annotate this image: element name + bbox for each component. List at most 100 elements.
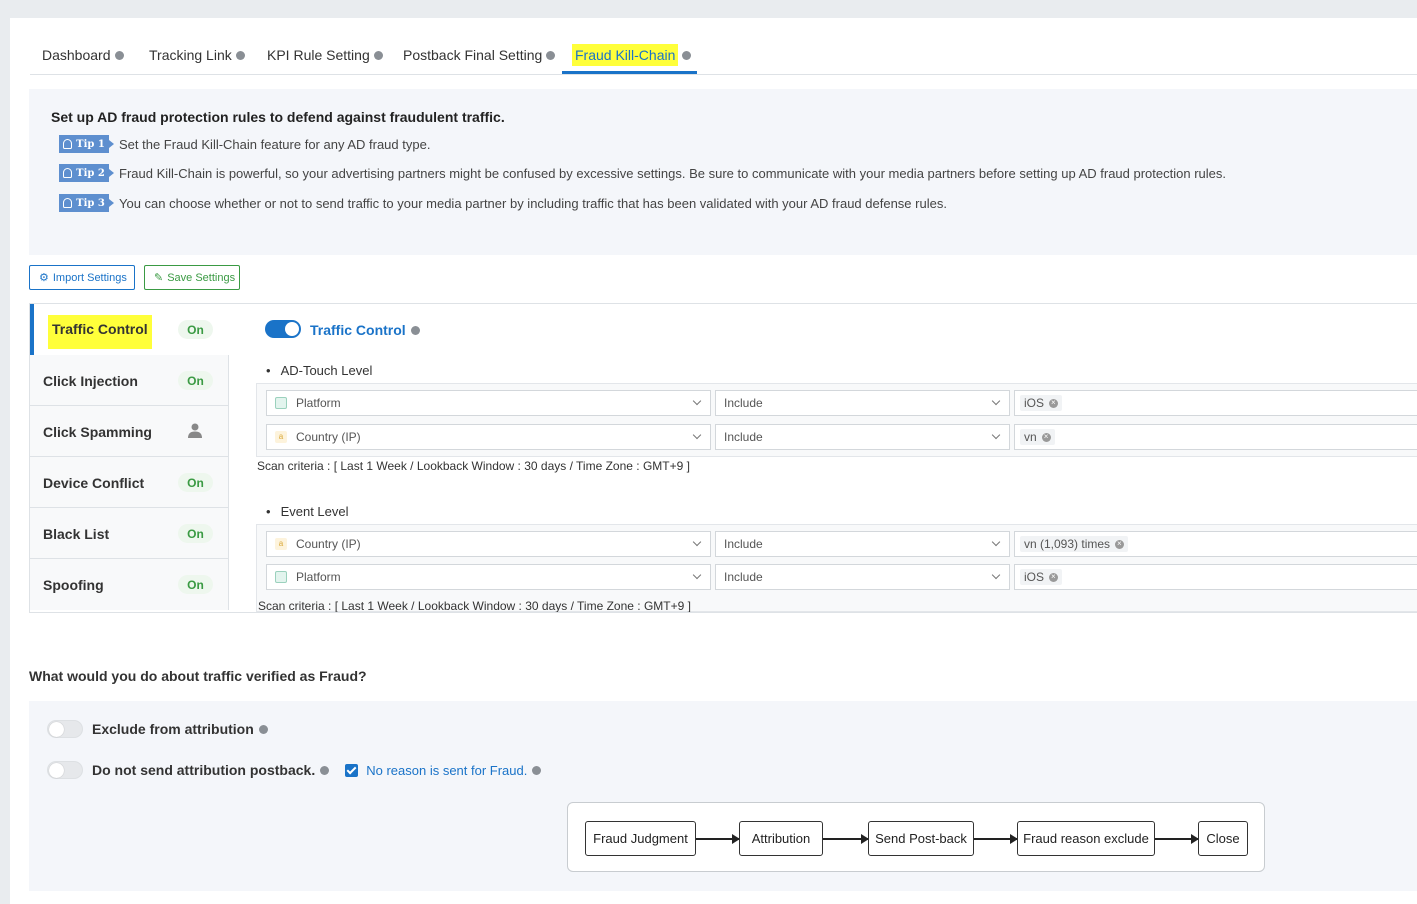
sidebar-item-black-list[interactable]: Black List On xyxy=(30,508,229,559)
event-level-label: Event Level xyxy=(266,504,349,519)
value-tag: vn xyxy=(1020,429,1055,445)
status-badge: On xyxy=(178,371,213,390)
chevron-down-icon xyxy=(692,396,702,406)
tip-row: Tip 3 You can choose whether or not to s… xyxy=(59,193,947,213)
tab-fraud-kill-chain[interactable]: Fraud Kill-Chain xyxy=(572,44,692,66)
rule-editor: Traffic Control On Click Injection On Cl… xyxy=(29,303,1417,613)
active-tab-underline xyxy=(562,71,697,74)
flow-arrow xyxy=(696,834,740,844)
list-icon xyxy=(275,397,287,409)
exclude-attribution-toggle[interactable] xyxy=(47,720,83,738)
status-badge: On xyxy=(178,524,213,543)
sidebar-item-spoofing[interactable]: Spoofing On xyxy=(30,559,229,610)
value-tag: vn (1,093) times xyxy=(1020,536,1129,552)
remove-tag-icon[interactable] xyxy=(1041,431,1051,443)
rule-title: Traffic Control xyxy=(310,322,420,338)
import-settings-button[interactable]: ⚙ Import Settings xyxy=(29,265,135,290)
value-input[interactable]: vn xyxy=(1014,424,1417,450)
text-icon: a xyxy=(275,538,287,550)
chevron-down-icon xyxy=(991,570,1001,580)
value-input[interactable]: iOS xyxy=(1014,390,1417,416)
lightbulb-icon xyxy=(63,139,73,149)
flow-step-fraud-judgment: Fraud Judgment xyxy=(585,821,696,856)
sidebar-item-click-spamming[interactable]: Click Spamming xyxy=(30,406,229,457)
tab-bar: Dashboard Tracking Link KPI Rule Setting… xyxy=(30,18,1417,75)
main-card: Dashboard Tracking Link KPI Rule Setting… xyxy=(10,18,1417,904)
flow-step-send-postback: Send Post-back xyxy=(868,821,974,856)
no-reason-checkbox[interactable] xyxy=(345,763,359,777)
tip-text: Set the Fraud Kill-Chain feature for any… xyxy=(119,136,431,152)
value-tag: iOS xyxy=(1020,395,1063,411)
remove-tag-icon[interactable] xyxy=(1049,571,1059,583)
tab-dashboard[interactable]: Dashboard xyxy=(42,47,124,63)
exclude-from-attribution-row: Exclude from attribution xyxy=(47,720,268,738)
operator-select[interactable]: Include xyxy=(715,531,1010,557)
scan-criteria: Scan criteria : [ Last 1 Week / Lookback… xyxy=(258,599,691,612)
text-icon: a xyxy=(275,431,287,443)
tip-badge: Tip 1 xyxy=(59,135,114,153)
ad-touch-conditions: Platform Include iOS aCountry (IP) Inclu… xyxy=(256,383,1417,457)
save-settings-button[interactable]: ✎ Save Settings xyxy=(144,265,240,290)
info-icon xyxy=(258,724,268,734)
tip-text: Fraud Kill-Chain is powerful, so your ad… xyxy=(119,165,1226,181)
dimension-select[interactable]: Platform xyxy=(266,390,711,416)
event-conditions: aCountry (IP) Include vn (1,093) times P… xyxy=(256,524,1417,612)
gear-icon: ⚙ xyxy=(39,272,49,284)
tip-row: Tip 2 Fraud Kill-Chain is powerful, so y… xyxy=(59,163,1226,183)
fraud-actions-panel: Exclude from attribution Do not send att… xyxy=(29,701,1417,891)
no-postback-toggle[interactable] xyxy=(47,761,83,779)
chevron-down-icon xyxy=(692,570,702,580)
list-icon xyxy=(275,571,287,583)
sidebar-item-click-injection[interactable]: Click Injection On xyxy=(30,355,229,406)
flow-arrow xyxy=(974,834,1018,844)
tab-kpi-rule-setting[interactable]: KPI Rule Setting xyxy=(267,47,383,63)
remove-tag-icon[interactable] xyxy=(1115,538,1125,550)
status-badge: On xyxy=(178,473,213,492)
info-icon xyxy=(320,765,330,775)
rule-content: Traffic Control AD-Touch Level Platform … xyxy=(256,304,1417,612)
no-reason-label: No reason is sent for Fraud. xyxy=(366,762,528,778)
value-input[interactable]: vn (1,093) times xyxy=(1014,531,1417,557)
pencil-icon: ✎ xyxy=(154,272,164,284)
flow-step-fraud-reason-exclude: Fraud reason exclude xyxy=(1017,821,1155,856)
dimension-select[interactable]: Platform xyxy=(266,564,711,590)
sidebar-item-label: Black List xyxy=(43,526,110,542)
tip-text: You can choose whether or not to send tr… xyxy=(119,195,947,211)
flow-step-attribution: Attribution xyxy=(739,821,823,856)
intro-heading: Set up AD fraud protection rules to defe… xyxy=(51,109,505,125)
lightbulb-icon xyxy=(63,198,73,208)
flow-step-close: Close xyxy=(1198,821,1248,856)
operator-select[interactable]: Include xyxy=(715,390,1010,416)
dimension-select[interactable]: a Country (IP) xyxy=(266,531,711,557)
tip-badge: Tip 3 xyxy=(59,194,114,212)
dimension-select[interactable]: a Country (IP) xyxy=(266,424,711,450)
sidebar-item-traffic-control[interactable]: Traffic Control On xyxy=(30,304,229,355)
info-icon xyxy=(410,326,420,335)
chevron-down-icon xyxy=(991,537,1001,547)
lightbulb-icon xyxy=(63,168,73,178)
sidebar-item-label: Device Conflict xyxy=(43,475,145,491)
ad-touch-level-label: AD-Touch Level xyxy=(266,363,373,378)
tab-postback-final-setting[interactable]: Postback Final Setting xyxy=(403,47,556,63)
value-tag: iOS xyxy=(1020,569,1063,585)
sidebar-item-label: Spoofing xyxy=(43,577,104,593)
flow-arrow xyxy=(1155,834,1199,844)
tip-badge: Tip 2 xyxy=(59,164,114,182)
traffic-control-toggle[interactable] xyxy=(265,320,301,338)
remove-tag-icon[interactable] xyxy=(1049,397,1059,409)
tab-tracking-link[interactable]: Tracking Link xyxy=(149,47,245,63)
value-input[interactable]: iOS xyxy=(1014,564,1417,590)
person-icon xyxy=(188,423,202,438)
info-icon xyxy=(114,51,124,60)
info-icon xyxy=(682,51,692,60)
sidebar-item-device-conflict[interactable]: Device Conflict On xyxy=(30,457,229,508)
info-icon xyxy=(235,51,245,60)
operator-select[interactable]: Include xyxy=(715,424,1010,450)
sidebar-item-label: Traffic Control xyxy=(48,315,152,349)
operator-select[interactable]: Include xyxy=(715,564,1010,590)
status-badge: On xyxy=(178,320,213,339)
chevron-down-icon xyxy=(692,430,702,440)
info-icon xyxy=(546,51,556,60)
fraud-question: What would you do about traffic verified… xyxy=(29,668,367,684)
flow-arrow xyxy=(823,834,869,844)
